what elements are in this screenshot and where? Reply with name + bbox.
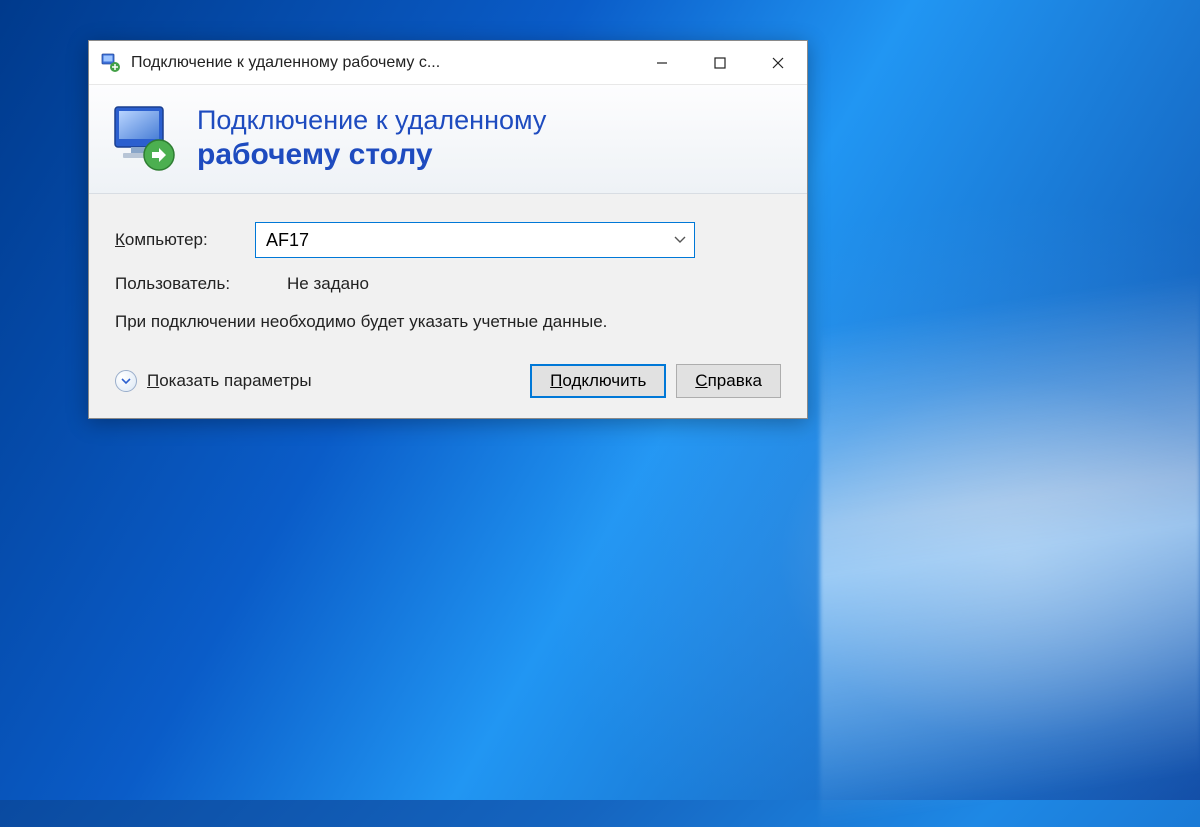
credentials-info-text: При подключении необходимо будет указать… [115,310,781,334]
banner-line1: Подключение к удаленному [197,104,546,138]
connect-button[interactable]: Подключить [530,364,666,398]
dialog-banner: Подключение к удаленному рабочему столу [89,85,807,194]
window-controls [633,41,807,85]
dialog-body: Компьютер: Пользователь: Не задано При п… [89,194,807,418]
maximize-button[interactable] [691,41,749,85]
rdp-app-icon [101,53,121,73]
titlebar-text: Подключение к удаленному рабочему с... [131,54,633,72]
user-row: Пользователь: Не задано [115,274,781,294]
close-button[interactable] [749,41,807,85]
dialog-footer: Показать параметры Подключить Справка [115,364,781,398]
rdp-dialog: Подключение к удаленному рабочему с... [88,40,808,419]
user-label: Пользователь: [115,274,255,294]
computer-label: Компьютер: [115,230,255,250]
minimize-button[interactable] [633,41,691,85]
banner-text: Подключение к удаленному рабочему столу [197,104,546,172]
computer-row: Компьютер: [115,222,781,258]
desktop-light-beam [820,273,1200,826]
banner-line2: рабочему столу [197,138,546,172]
computer-combobox[interactable] [255,222,695,258]
expand-chevron-icon[interactable] [115,370,137,392]
show-options-link[interactable]: Показать параметры [147,371,312,391]
chevron-down-icon[interactable] [666,223,694,257]
rdp-banner-icon [109,103,179,173]
help-button[interactable]: Справка [676,364,781,398]
computer-input[interactable] [256,223,666,257]
titlebar[interactable]: Подключение к удаленному рабочему с... [89,41,807,85]
user-value: Не задано [287,274,369,294]
